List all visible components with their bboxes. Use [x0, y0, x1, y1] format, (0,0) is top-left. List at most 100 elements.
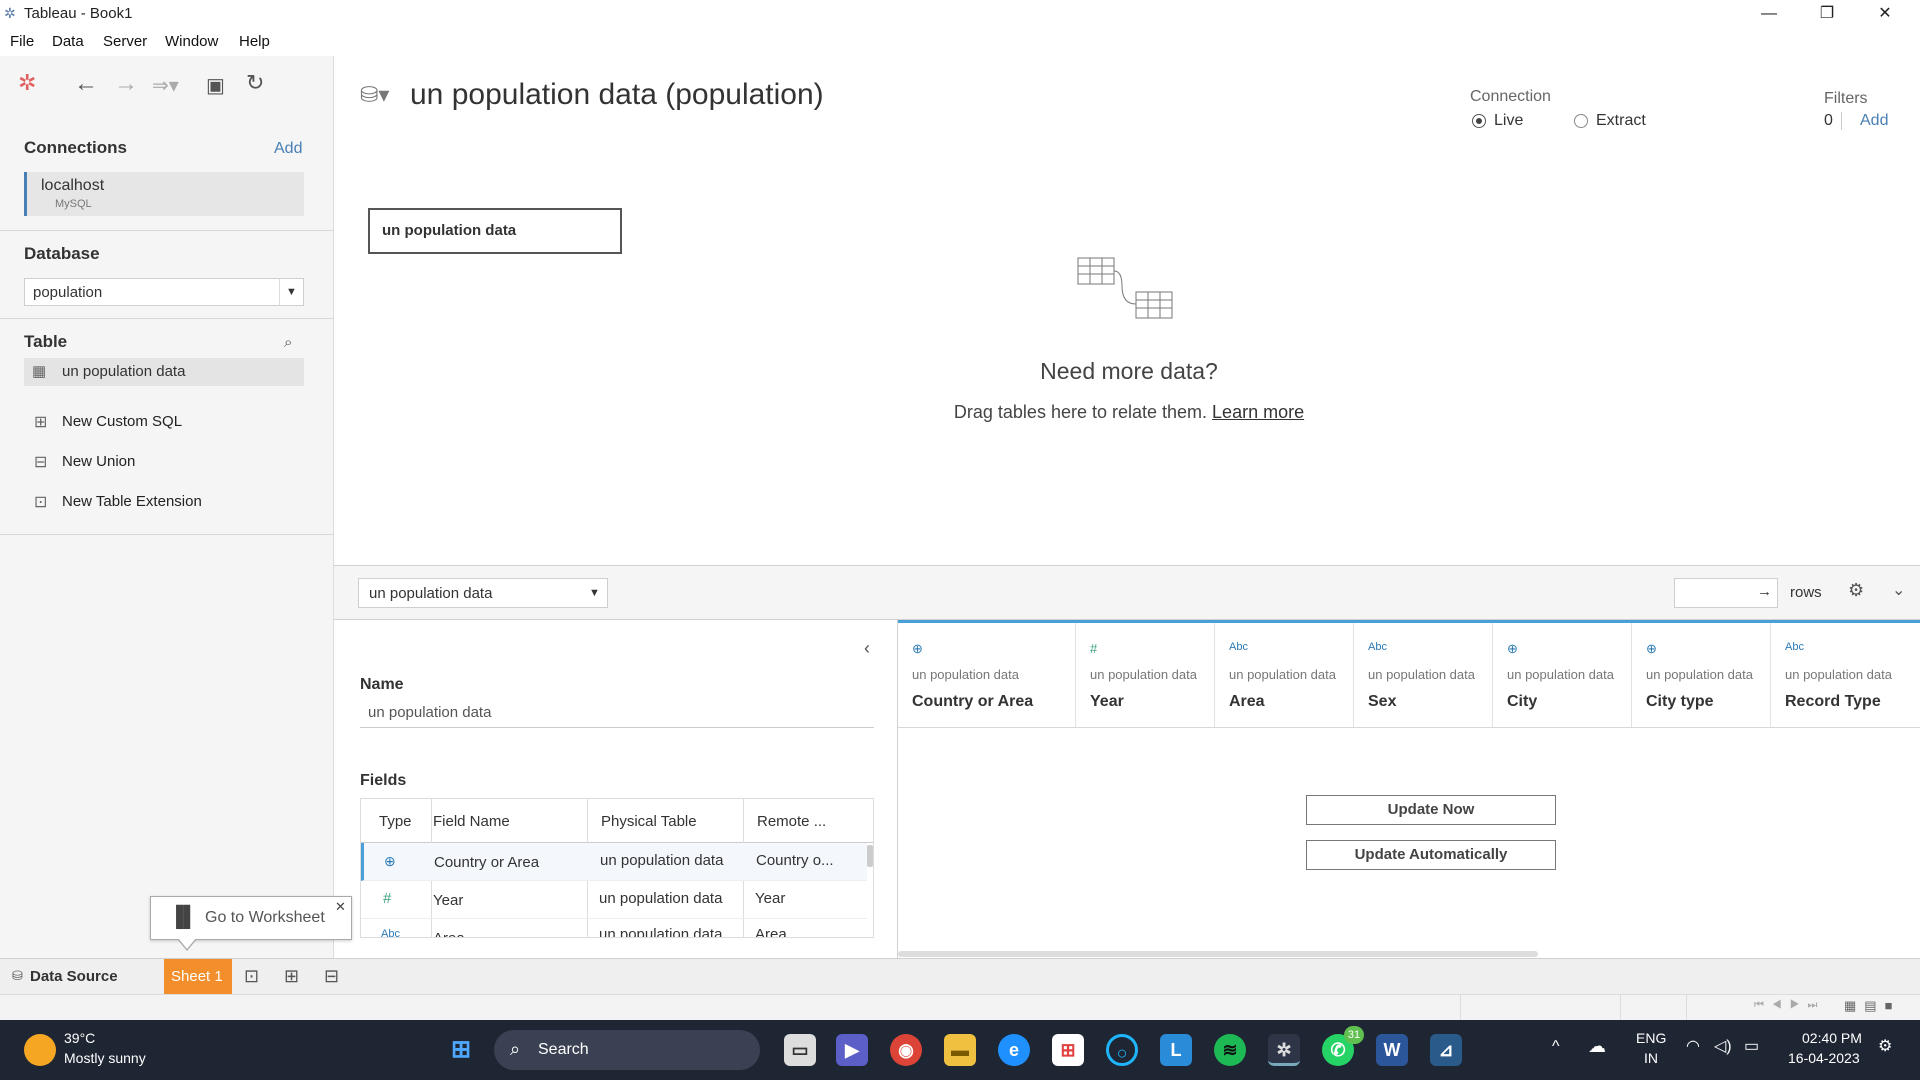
update-automatically-button[interactable]: Update Automatically: [1306, 840, 1556, 870]
header-physical-table[interactable]: Physical Table: [601, 813, 697, 830]
tableau-home-icon[interactable]: ✲: [18, 70, 36, 96]
region-label[interactable]: IN: [1644, 1050, 1658, 1066]
new-table-extension-link[interactable]: New Table Extension: [62, 493, 202, 510]
chevron-down-icon: ▼: [279, 279, 303, 305]
database-value: population: [33, 284, 103, 301]
update-now-button[interactable]: Update Now: [1306, 795, 1556, 825]
chevron-down-icon[interactable]: ⌄: [1892, 580, 1905, 600]
menu-window[interactable]: Window: [165, 33, 218, 50]
new-dashboard-icon[interactable]: ⊞: [284, 966, 299, 987]
learn-more-link[interactable]: Learn more: [1212, 402, 1304, 422]
forward-arrow-icon[interactable]: →: [114, 70, 138, 98]
clock-date[interactable]: 16-04-2023: [1788, 1050, 1860, 1066]
string-icon: Abc: [1785, 641, 1804, 653]
chevron-up-icon[interactable]: ^: [1552, 1038, 1560, 1056]
menu-data[interactable]: Data: [52, 33, 84, 50]
new-custom-sql-link[interactable]: New Custom SQL: [62, 413, 182, 430]
weather-sun-icon[interactable]: [24, 1034, 56, 1066]
tableau-taskbar-icon[interactable]: ✲: [1268, 1034, 1300, 1066]
grid-column-header[interactable]: ⊕ un population data City: [1493, 623, 1632, 727]
left-pane: ✲ ← → ⇒▾ ▣ ↻ Connections Add localhost M…: [0, 56, 334, 958]
new-worksheet-icon[interactable]: ⊡: [244, 966, 259, 987]
menu-file[interactable]: File: [10, 33, 34, 50]
grid-column-header[interactable]: Abc un population data Record Type: [1771, 623, 1920, 727]
edge-icon[interactable]: e: [998, 1034, 1030, 1066]
grid-column-header[interactable]: Abc un population data Area: [1215, 623, 1354, 727]
grid-column-header[interactable]: # un population data Year: [1076, 623, 1215, 727]
table-row[interactable]: # Year un population data Year: [361, 881, 867, 919]
extract-radio[interactable]: [1574, 114, 1588, 128]
relate-tables-icon: [1077, 257, 1173, 319]
tab-data-source[interactable]: ⛁ Data Source: [0, 959, 160, 995]
table-item[interactable]: ▦ un population data: [24, 358, 304, 386]
menu-server[interactable]: Server: [103, 33, 147, 50]
go-to-worksheet-tooltip[interactable]: ▐▌ Go to Worksheet ✕: [150, 896, 352, 940]
collapse-chevron-icon[interactable]: ‹: [864, 638, 870, 659]
header-type[interactable]: Type: [379, 813, 412, 830]
go-arrow-icon[interactable]: →: [1757, 583, 1772, 600]
table-row[interactable]: ⊕ Country or Area un population data Cou…: [361, 843, 867, 881]
notification-bell-icon[interactable]: ⚙: [1878, 1036, 1892, 1056]
chrome-icon[interactable]: ◉: [890, 1034, 922, 1066]
tab-sheet-1[interactable]: Sheet 1: [164, 959, 232, 995]
filters-add-link[interactable]: Add: [1860, 112, 1888, 130]
live-radio[interactable]: [1472, 114, 1486, 128]
datasource-cylinder-icon[interactable]: ⛁▾: [360, 82, 389, 108]
word-icon[interactable]: W: [1376, 1034, 1408, 1066]
horizontal-scrollbar[interactable]: [898, 951, 1538, 957]
table-row[interactable]: Abc Area un population data Area: [361, 919, 867, 937]
gear-icon[interactable]: ⚙: [1848, 580, 1864, 601]
datasource-title[interactable]: un population data (population): [410, 78, 824, 112]
grid-column-header[interactable]: ⊕ un population data City type: [1632, 623, 1771, 727]
grid-toolbar: un population data ▼ → rows ⚙ ⌄: [334, 566, 1920, 620]
weather-temp[interactable]: 39°C: [64, 1030, 95, 1046]
close-window-button[interactable]: ✕: [1856, 0, 1914, 28]
table-card[interactable]: un population data: [368, 208, 622, 254]
save-icon[interactable]: ▣: [206, 73, 225, 98]
l-app-icon[interactable]: L: [1160, 1034, 1192, 1066]
grid-column-header[interactable]: ⊕ un population data Country or Area: [898, 623, 1076, 727]
minimize-button[interactable]: —: [1740, 0, 1798, 28]
mysql-workbench-icon[interactable]: ⊿: [1430, 1034, 1462, 1066]
view-mode-icon[interactable]: ▦▤■: [1844, 998, 1900, 1014]
search-icon[interactable]: ⌕: [284, 334, 292, 351]
header-remote[interactable]: Remote ...: [757, 813, 826, 830]
teams-icon[interactable]: ▶: [836, 1034, 868, 1066]
file-explorer-icon[interactable]: ▬: [944, 1034, 976, 1066]
weather-desc[interactable]: Mostly sunny: [64, 1050, 146, 1066]
rows-input[interactable]: →: [1674, 578, 1778, 608]
refresh-icon[interactable]: ↻: [246, 70, 264, 96]
language-label[interactable]: ENG: [1636, 1030, 1666, 1046]
close-icon[interactable]: ✕: [335, 899, 346, 915]
volume-icon[interactable]: ◁): [1714, 1036, 1732, 1056]
task-view-icon[interactable]: ▭: [784, 1034, 816, 1066]
divider: [898, 727, 1920, 728]
new-union-link[interactable]: New Union: [62, 453, 135, 470]
new-story-icon[interactable]: ⊟: [324, 966, 339, 987]
database-select[interactable]: population ▼: [24, 278, 304, 306]
taskbar-search[interactable]: ⌕ Search: [494, 1030, 760, 1070]
alexa-icon[interactable]: ○: [1106, 1034, 1138, 1066]
field-name: Country or Area: [434, 854, 540, 871]
back-arrow-icon[interactable]: ←: [74, 70, 98, 98]
store-icon[interactable]: ⊞: [1052, 1034, 1084, 1066]
field-name: Year: [433, 892, 464, 909]
scrollbar-thumb[interactable]: [867, 845, 873, 867]
connection-item[interactable]: localhost MySQL: [24, 172, 304, 216]
table-select[interactable]: un population data ▼: [358, 578, 608, 608]
wifi-icon[interactable]: ◠: [1686, 1036, 1700, 1056]
redo-menu-icon[interactable]: ⇒▾: [152, 73, 179, 98]
name-field[interactable]: un population data: [360, 700, 874, 728]
sheet-navigation-icon[interactable]: ⏮◀▶⏭: [1754, 999, 1825, 1012]
globe-icon: ⊕: [1507, 641, 1518, 656]
windows-start-icon[interactable]: ⊞: [445, 1034, 477, 1066]
grid-column-header[interactable]: Abc un population data Sex: [1354, 623, 1493, 727]
maximize-button[interactable]: ❐: [1798, 0, 1856, 28]
menu-help[interactable]: Help: [239, 33, 270, 50]
clock-time[interactable]: 02:40 PM: [1802, 1030, 1862, 1046]
add-connection-link[interactable]: Add: [274, 140, 302, 158]
header-field-name[interactable]: Field Name: [433, 813, 510, 830]
battery-icon[interactable]: ▭: [1744, 1036, 1759, 1056]
onedrive-cloud-icon[interactable]: ☁: [1588, 1036, 1606, 1057]
spotify-icon[interactable]: ≋: [1214, 1034, 1246, 1066]
